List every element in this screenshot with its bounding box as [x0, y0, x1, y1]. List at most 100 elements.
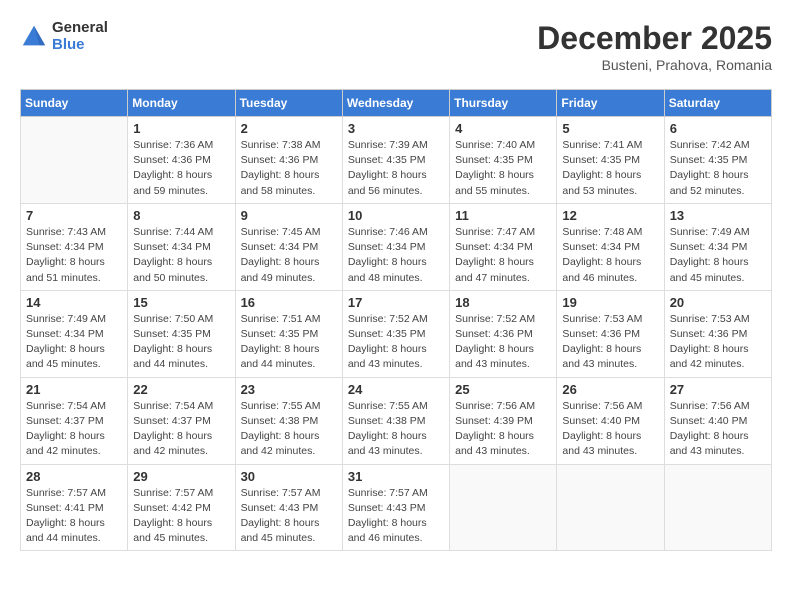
day-number: 10 [348, 208, 444, 223]
calendar-header: SundayMondayTuesdayWednesdayThursdayFrid… [21, 90, 772, 117]
calendar-cell: 13Sunrise: 7:49 AMSunset: 4:34 PMDayligh… [664, 203, 771, 290]
day-number: 15 [133, 295, 229, 310]
header-row: SundayMondayTuesdayWednesdayThursdayFrid… [21, 90, 772, 117]
logo: General Blue [20, 20, 108, 53]
calendar-cell: 19Sunrise: 7:53 AMSunset: 4:36 PMDayligh… [557, 290, 664, 377]
day-info: Sunrise: 7:57 AMSunset: 4:42 PMDaylight:… [133, 486, 229, 547]
day-info: Sunrise: 7:44 AMSunset: 4:34 PMDaylight:… [133, 225, 229, 286]
calendar-cell: 28 Sunrise: 7:57 AMSunset: 4:41 PMDayligh… [21, 464, 128, 551]
day-number: 17 [348, 295, 444, 310]
calendar-cell: 2Sunrise: 7:38 AMSunset: 4:36 PMDaylight… [235, 117, 342, 204]
day-info: Sunrise: 7:40 AMSunset: 4:35 PMDaylight:… [455, 138, 551, 199]
calendar-cell: 1Sunrise: 7:36 AMSunset: 4:36 PMDaylight… [128, 117, 235, 204]
header-day-sunday: Sunday [21, 90, 128, 117]
header-day-thursday: Thursday [450, 90, 557, 117]
calendar-cell: 16 Sunrise: 7:51 AMSunset: 4:35 PMDayligh… [235, 290, 342, 377]
calendar-cell: 27 Sunrise: 7:56 AMSunset: 4:40 PMDayligh… [664, 377, 771, 464]
day-info: Sunrise: 7:43 AMSunset: 4:34 PMDaylight:… [26, 225, 122, 286]
day-number: 21 [26, 382, 122, 397]
day-info: Sunrise: 7:57 AMSunset: 4:41 PMDaylight:… [26, 486, 122, 547]
day-number: 24 [348, 382, 444, 397]
calendar-cell: 6Sunrise: 7:42 AMSunset: 4:35 PMDaylight… [664, 117, 771, 204]
calendar-cell: 11 Sunrise: 7:47 AMSunset: 4:34 PMDayligh… [450, 203, 557, 290]
calendar-table: SundayMondayTuesdayWednesdayThursdayFrid… [20, 89, 772, 551]
calendar-cell: 10 Sunrise: 7:46 AMSunset: 4:34 PMDayligh… [342, 203, 449, 290]
day-info: Sunrise: 7:45 AMSunset: 4:34 PMDaylight:… [241, 225, 337, 286]
day-info: Sunrise: 7:53 AMSunset: 4:36 PMDaylight:… [670, 312, 766, 373]
day-info: Sunrise: 7:49 AMSunset: 4:34 PMDaylight:… [26, 312, 122, 373]
day-info: Sunrise: 7:52 AMSunset: 4:36 PMDaylight:… [455, 312, 551, 373]
logo-icon [20, 23, 48, 51]
day-number: 16 [241, 295, 337, 310]
calendar-cell: 21 Sunrise: 7:54 AMSunset: 4:37 PMDayligh… [21, 377, 128, 464]
calendar-cell: 25Sunrise: 7:56 AMSunset: 4:39 PMDayligh… [450, 377, 557, 464]
day-number: 25 [455, 382, 551, 397]
day-info: Sunrise: 7:52 AMSunset: 4:35 PMDaylight:… [348, 312, 444, 373]
calendar-cell: 4 Sunrise: 7:40 AMSunset: 4:35 PMDaylight… [450, 117, 557, 204]
day-info: Sunrise: 7:38 AMSunset: 4:36 PMDaylight:… [241, 138, 337, 199]
day-info: Sunrise: 7:56 AMSunset: 4:40 PMDaylight:… [562, 399, 658, 460]
week-row-3: 14 Sunrise: 7:49 AMSunset: 4:34 PMDayligh… [21, 290, 772, 377]
logo-general-text: General [52, 20, 108, 37]
calendar-cell: 3 Sunrise: 7:39 AMSunset: 4:35 PMDaylight… [342, 117, 449, 204]
day-info: Sunrise: 7:51 AMSunset: 4:35 PMDaylight:… [241, 312, 337, 373]
header-day-saturday: Saturday [664, 90, 771, 117]
week-row-1: 1Sunrise: 7:36 AMSunset: 4:36 PMDaylight… [21, 117, 772, 204]
calendar-cell: 26Sunrise: 7:56 AMSunset: 4:40 PMDayligh… [557, 377, 664, 464]
day-number: 4 [455, 121, 551, 136]
calendar-cell: 31 Sunrise: 7:57 AMSunset: 4:43 PMDayligh… [342, 464, 449, 551]
location-text: Busteni, Prahova, Romania [537, 57, 772, 73]
calendar-cell: 5Sunrise: 7:41 AMSunset: 4:35 PMDaylight… [557, 117, 664, 204]
calendar-cell: 20 Sunrise: 7:53 AMSunset: 4:36 PMDayligh… [664, 290, 771, 377]
day-number: 7 [26, 208, 122, 223]
day-info: Sunrise: 7:56 AMSunset: 4:40 PMDaylight:… [670, 399, 766, 460]
day-number: 14 [26, 295, 122, 310]
day-info: Sunrise: 7:54 AMSunset: 4:37 PMDaylight:… [26, 399, 122, 460]
calendar-cell: 23 Sunrise: 7:55 AMSunset: 4:38 PMDayligh… [235, 377, 342, 464]
day-info: Sunrise: 7:50 AMSunset: 4:35 PMDaylight:… [133, 312, 229, 373]
header-day-tuesday: Tuesday [235, 90, 342, 117]
calendar-cell [21, 117, 128, 204]
day-number: 31 [348, 469, 444, 484]
day-number: 22 [133, 382, 229, 397]
day-info: Sunrise: 7:47 AMSunset: 4:34 PMDaylight:… [455, 225, 551, 286]
day-number: 28 [26, 469, 122, 484]
header-day-monday: Monday [128, 90, 235, 117]
day-info: Sunrise: 7:46 AMSunset: 4:34 PMDaylight:… [348, 225, 444, 286]
calendar-cell: 24 Sunrise: 7:55 AMSunset: 4:38 PMDayligh… [342, 377, 449, 464]
day-number: 3 [348, 121, 444, 136]
day-info: Sunrise: 7:57 AMSunset: 4:43 PMDaylight:… [241, 486, 337, 547]
day-number: 12 [562, 208, 658, 223]
calendar-cell [664, 464, 771, 551]
day-number: 8 [133, 208, 229, 223]
header-day-wednesday: Wednesday [342, 90, 449, 117]
day-number: 27 [670, 382, 766, 397]
header-day-friday: Friday [557, 90, 664, 117]
day-number: 5 [562, 121, 658, 136]
day-info: Sunrise: 7:48 AMSunset: 4:34 PMDaylight:… [562, 225, 658, 286]
calendar-cell: 14 Sunrise: 7:49 AMSunset: 4:34 PMDayligh… [21, 290, 128, 377]
day-number: 29 [133, 469, 229, 484]
day-info: Sunrise: 7:57 AMSunset: 4:43 PMDaylight:… [348, 486, 444, 547]
day-number: 20 [670, 295, 766, 310]
day-info: Sunrise: 7:42 AMSunset: 4:35 PMDaylight:… [670, 138, 766, 199]
day-info: Sunrise: 7:53 AMSunset: 4:36 PMDaylight:… [562, 312, 658, 373]
calendar-cell: 7 Sunrise: 7:43 AMSunset: 4:34 PMDaylight… [21, 203, 128, 290]
calendar-cell: 15 Sunrise: 7:50 AMSunset: 4:35 PMDayligh… [128, 290, 235, 377]
day-number: 23 [241, 382, 337, 397]
day-info: Sunrise: 7:55 AMSunset: 4:38 PMDaylight:… [348, 399, 444, 460]
day-info: Sunrise: 7:54 AMSunset: 4:37 PMDaylight:… [133, 399, 229, 460]
day-number: 13 [670, 208, 766, 223]
calendar-cell [450, 464, 557, 551]
calendar-cell: 12 Sunrise: 7:48 AMSunset: 4:34 PMDayligh… [557, 203, 664, 290]
calendar-cell: 17 Sunrise: 7:52 AMSunset: 4:35 PMDayligh… [342, 290, 449, 377]
day-info: Sunrise: 7:39 AMSunset: 4:35 PMDaylight:… [348, 138, 444, 199]
day-number: 9 [241, 208, 337, 223]
title-block: December 2025 Busteni, Prahova, Romania [537, 20, 772, 73]
day-number: 11 [455, 208, 551, 223]
day-info: Sunrise: 7:55 AMSunset: 4:38 PMDaylight:… [241, 399, 337, 460]
week-row-5: 28 Sunrise: 7:57 AMSunset: 4:41 PMDayligh… [21, 464, 772, 551]
week-row-2: 7 Sunrise: 7:43 AMSunset: 4:34 PMDaylight… [21, 203, 772, 290]
calendar-cell: 22 Sunrise: 7:54 AMSunset: 4:37 PMDayligh… [128, 377, 235, 464]
day-number: 1 [133, 121, 229, 136]
